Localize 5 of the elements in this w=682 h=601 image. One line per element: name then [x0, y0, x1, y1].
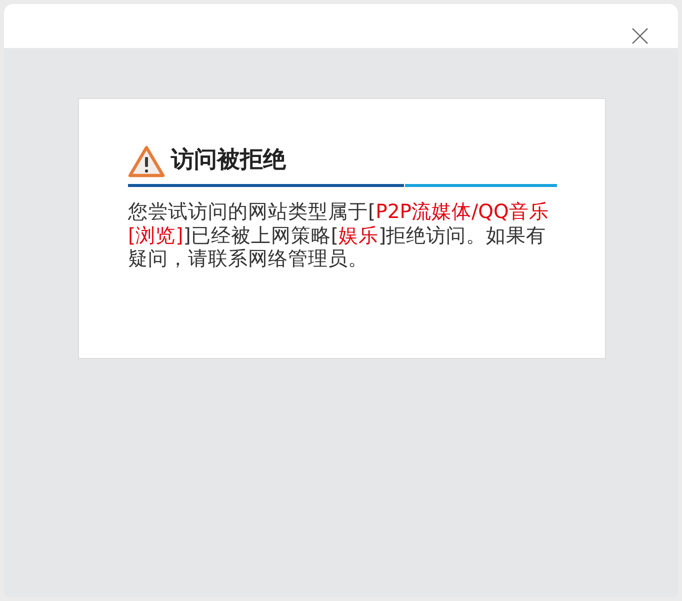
- close-button[interactable]: [632, 28, 648, 44]
- dialog-title: 访问被拒绝: [171, 147, 286, 175]
- message-text: 您尝试访问的网站类型属于[P2P流媒体/QQ音乐[浏览]]已经被上网策略[娱乐]拒绝访问。如果有疑问，请联系网络管理员。: [128, 200, 550, 270]
- close-icon: [632, 28, 648, 44]
- warning-icon: [128, 144, 165, 178]
